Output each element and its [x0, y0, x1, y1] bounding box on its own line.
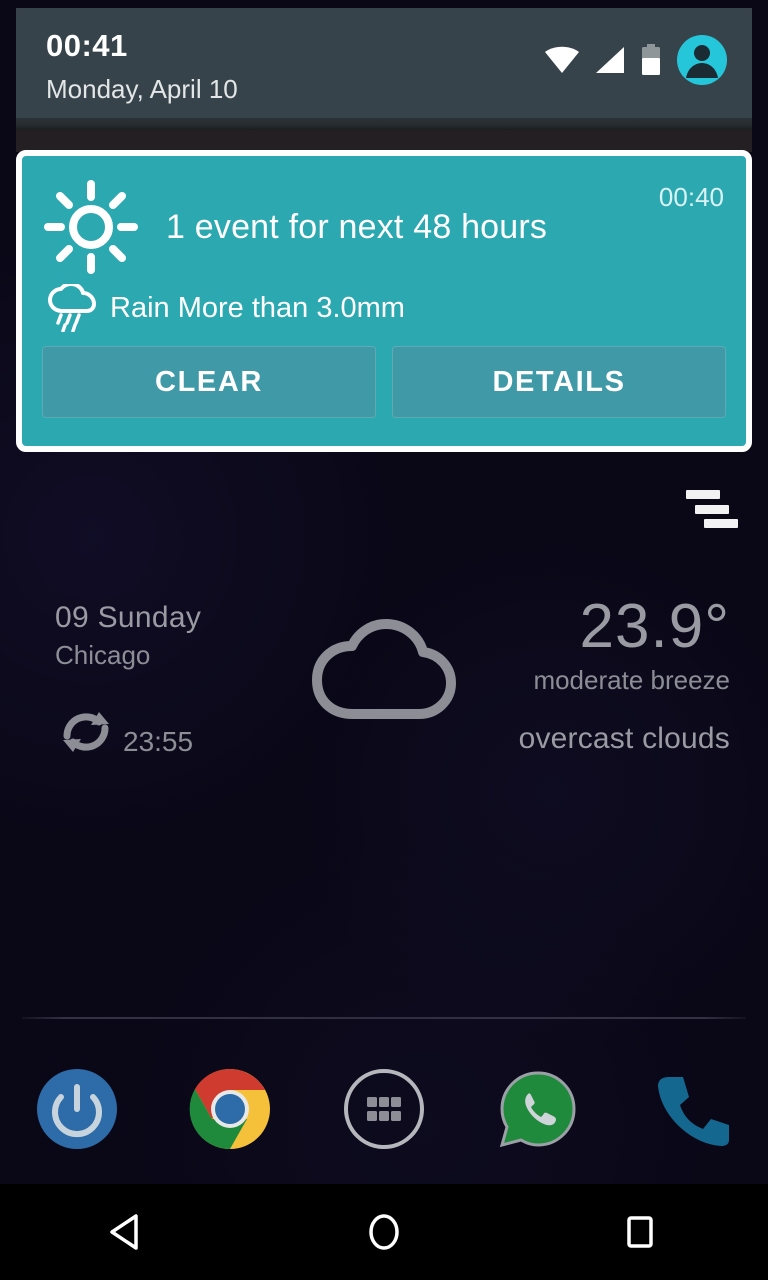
weather-wind: moderate breeze [533, 665, 730, 695]
status-icons [544, 34, 728, 86]
weather-city: Chicago [55, 640, 151, 670]
dock-divider [22, 1017, 746, 1019]
home-circle-icon [369, 1214, 399, 1250]
notification-subtitle: Rain More than 3.0mm [110, 291, 405, 324]
weather-notification-card[interactable]: 00:40 1 event for next 48 hours Rain Mor… [16, 150, 752, 452]
back-triangle-icon [110, 1214, 138, 1250]
details-button[interactable]: DETAILS [392, 346, 726, 418]
menu-bar-3 [704, 519, 738, 528]
clear-button[interactable]: CLEAR [42, 346, 376, 418]
status-date: Monday, April 10 [46, 74, 238, 104]
recents-button[interactable] [512, 1184, 768, 1280]
sun-icon [44, 180, 138, 274]
menu-bar-1 [686, 490, 720, 499]
staggered-menu-icon[interactable] [686, 487, 738, 531]
user-avatar-icon[interactable] [676, 34, 728, 86]
rain-cloud-icon [48, 284, 96, 332]
recents-square-icon [627, 1216, 653, 1248]
power-app-icon[interactable] [0, 1050, 154, 1168]
whatsapp-app-icon[interactable] [461, 1050, 615, 1168]
shade-header-shadow [16, 118, 752, 130]
weather-widget[interactable]: 09 Sunday Chicago 23:55 23.9° moderate b… [0, 590, 768, 790]
app-drawer-icon[interactable] [307, 1050, 461, 1168]
status-clock: 00:41 [46, 28, 128, 63]
weather-temperature: 23.9° [579, 592, 730, 661]
wifi-icon [545, 46, 579, 73]
notification-timestamp: 00:40 [658, 182, 724, 212]
weather-left-column: 09 Sunday Chicago 23:55 [55, 600, 315, 760]
navigation-bar [0, 1184, 768, 1280]
chrome-app-icon[interactable] [154, 1050, 308, 1168]
menu-bar-2 [695, 504, 729, 514]
phone-app-icon[interactable] [614, 1050, 768, 1168]
refresh-icon[interactable] [55, 702, 117, 760]
shade-status-header: 00:41 Monday, April 10 [16, 8, 752, 118]
battery-icon [642, 44, 660, 75]
notification-actions: CLEAR DETAILS [42, 346, 726, 418]
notification-subtitle-row: Rain More than 3.0mm [48, 284, 405, 332]
cellular-signal-icon [596, 47, 624, 73]
weather-right-column: 23.9° moderate breeze overcast clouds [400, 594, 730, 758]
weather-refresh-time: 23:55 [123, 726, 194, 757]
notification-title: 1 event for next 48 hours [166, 207, 548, 246]
notification-title-row: 1 event for next 48 hours [44, 180, 548, 274]
weather-date: 09 Sunday [55, 601, 202, 634]
back-button[interactable] [0, 1184, 256, 1280]
weather-refresh-row[interactable]: 23:55 [55, 702, 315, 760]
weather-condition: overcast clouds [518, 722, 730, 755]
shade-backdrop [16, 130, 752, 152]
dock [0, 1050, 768, 1168]
home-button[interactable] [256, 1184, 512, 1280]
